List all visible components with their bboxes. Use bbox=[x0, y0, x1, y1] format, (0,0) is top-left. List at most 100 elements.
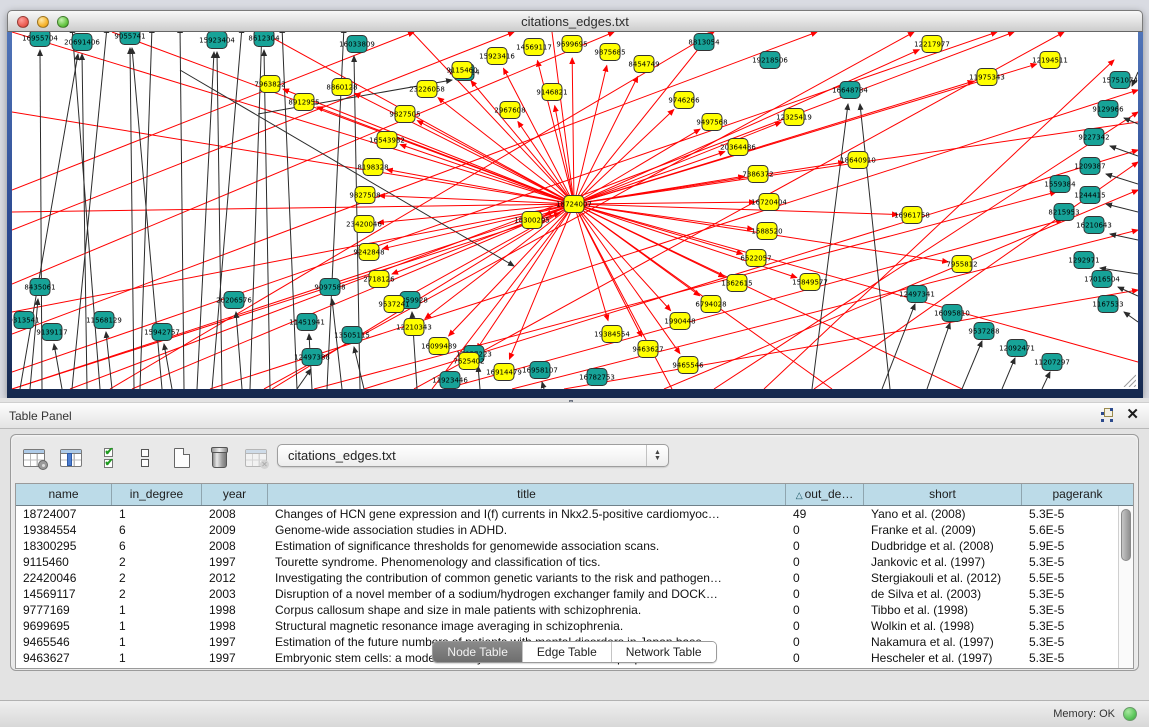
table-cell[interactable]: 5.6E-5 bbox=[1022, 522, 1118, 538]
graph-node[interactable]: 1209387 bbox=[1074, 158, 1105, 175]
table-cell[interactable]: Jankovic et al. (1997) bbox=[864, 554, 1022, 570]
graph-node[interactable]: 16914479 bbox=[486, 364, 522, 381]
column-header-title[interactable]: title bbox=[268, 484, 786, 505]
table-row[interactable]: 1830029562008Estimation of significance … bbox=[16, 538, 1118, 554]
table-cell[interactable]: Tourette syndrome. Phenomenology and cla… bbox=[268, 554, 786, 570]
graph-node[interactable]: 9227342 bbox=[1078, 129, 1109, 146]
table-row[interactable]: 1456911722003Disruption of a novel membe… bbox=[16, 586, 1118, 602]
table-cell[interactable]: 2009 bbox=[202, 522, 268, 538]
graph-node[interactable]: 23226058 bbox=[409, 81, 445, 98]
table-cell[interactable]: Franke et al. (2009) bbox=[864, 522, 1022, 538]
graph-node[interactable]: 14569117 bbox=[516, 39, 552, 56]
graph-node[interactable]: 9827508 bbox=[349, 187, 380, 204]
table-cell[interactable]: 0 bbox=[786, 602, 864, 618]
graph-node[interactable]: 16720404 bbox=[751, 194, 787, 211]
graph-node[interactable]: 13505115 bbox=[334, 327, 370, 344]
row-options-button[interactable] bbox=[132, 445, 158, 471]
graph-node[interactable]: 16958107 bbox=[522, 362, 558, 379]
graph-node[interactable]: 8612304 bbox=[248, 32, 280, 47]
table-cell[interactable]: 1 bbox=[112, 602, 202, 618]
column-checklist-button[interactable] bbox=[95, 445, 121, 471]
table-cell[interactable]: Disruption of a novel member of a sodium… bbox=[268, 586, 786, 602]
graph-node[interactable]: 9746266 bbox=[668, 92, 700, 109]
table-cell[interactable]: Tibbo et al. (1998) bbox=[864, 602, 1022, 618]
graph-node[interactable]: 12194511 bbox=[1032, 52, 1068, 69]
table-row[interactable]: 977716911998Corpus callosum shape and si… bbox=[16, 602, 1118, 618]
network-canvas[interactable]: 1695570420691406905574115923404861230416… bbox=[12, 32, 1138, 389]
table-cell[interactable]: 2 bbox=[112, 570, 202, 586]
table-cell[interactable]: 1 bbox=[112, 506, 202, 522]
table-cell[interactable]: 0 bbox=[786, 522, 864, 538]
graph-node[interactable]: 23420046 bbox=[346, 216, 382, 233]
graph-node[interactable]: 12497388 bbox=[294, 349, 330, 366]
scrollbar-thumb[interactable] bbox=[1121, 509, 1131, 561]
graph-node[interactable]: 9537288 bbox=[968, 323, 999, 340]
column-header-name[interactable]: name bbox=[16, 484, 112, 505]
table-cell[interactable]: Yano et al. (2008) bbox=[864, 506, 1022, 522]
graph-node[interactable]: 15942757 bbox=[144, 324, 180, 341]
table-cell[interactable]: de Silva et al. (2003) bbox=[864, 586, 1022, 602]
column-header-in_degree[interactable]: in_degree bbox=[112, 484, 202, 505]
graph-node[interactable]: 16099489 bbox=[421, 338, 457, 355]
table-cell[interactable]: 2008 bbox=[202, 538, 268, 554]
table-cell[interactable]: Stergiakouli et al. (2012) bbox=[864, 570, 1022, 586]
tab-edge-table[interactable]: Edge Table bbox=[523, 642, 612, 662]
table-cell[interactable]: Structural magnetic resonance image aver… bbox=[268, 618, 786, 634]
column-header-out_de[interactable]: △out_de… bbox=[786, 484, 864, 505]
table-cell[interactable]: Wolkin et al. (1998) bbox=[864, 618, 1022, 634]
table-cell[interactable]: Corpus callosum shape and size in male p… bbox=[268, 602, 786, 618]
table-cell[interactable]: 49 bbox=[786, 506, 864, 522]
graph-node[interactable]: 15751074 bbox=[1102, 72, 1138, 89]
table-cell[interactable]: Investigating the contribution of common… bbox=[268, 570, 786, 586]
table-row[interactable]: 911546021997Tourette syndrome. Phenomeno… bbox=[16, 554, 1118, 570]
table-cell[interactable]: Changes of HCN gene expression and I(f) … bbox=[268, 506, 786, 522]
graph-node[interactable]: 16210643 bbox=[1076, 217, 1112, 234]
table-cell[interactable]: 2 bbox=[112, 586, 202, 602]
table-cell[interactable]: Genome-wide association studies in ADHD. bbox=[268, 522, 786, 538]
graph-node[interactable]: 16543982 bbox=[369, 132, 405, 149]
table-cell[interactable]: 0 bbox=[786, 586, 864, 602]
float-panel-icon[interactable] bbox=[1101, 408, 1114, 421]
graph-node[interactable]: 1588520 bbox=[751, 223, 782, 240]
graph-node[interactable]: 15923416 bbox=[479, 48, 515, 65]
graph-node[interactable]: 8435061 bbox=[24, 279, 55, 296]
graph-node[interactable]: 1559384 bbox=[1044, 176, 1076, 193]
graph-node[interactable]: 2718126 bbox=[363, 271, 395, 288]
window-titlebar[interactable]: citations_edges.txt bbox=[7, 10, 1143, 32]
table-cell[interactable]: 9115460 bbox=[16, 554, 112, 570]
graph-node[interactable]: 15849577 bbox=[792, 274, 828, 291]
column-header-pagerank[interactable]: pagerank bbox=[1022, 484, 1133, 505]
graph-node[interactable]: 11568129 bbox=[86, 312, 122, 329]
graph-node[interactable]: 8454749 bbox=[628, 56, 659, 73]
graph-node[interactable]: 7386372 bbox=[742, 166, 773, 183]
graph-node[interactable]: 9827505 bbox=[389, 106, 420, 123]
memory-indicator-icon[interactable] bbox=[1123, 707, 1137, 721]
show-columns-button[interactable] bbox=[58, 445, 84, 471]
table-row[interactable]: 1872400712008Changes of HCN gene express… bbox=[16, 506, 1118, 522]
graph-node[interactable]: 16648784 bbox=[832, 82, 868, 99]
table-cell[interactable]: 6 bbox=[112, 522, 202, 538]
graph-node[interactable]: 18640910 bbox=[840, 152, 876, 169]
table-cell[interactable]: 2012 bbox=[202, 570, 268, 586]
tab-node-table[interactable]: Node Table bbox=[433, 642, 523, 662]
table-cell[interactable]: 1998 bbox=[202, 618, 268, 634]
table-row[interactable]: 969969511998Structural magnetic resonanc… bbox=[16, 618, 1118, 634]
tab-network-table[interactable]: Network Table bbox=[612, 642, 716, 662]
table-cell[interactable]: Dudbridge et al. (2008) bbox=[864, 538, 1022, 554]
graph-node[interactable]: 1167533 bbox=[1092, 296, 1123, 313]
table-mode-button[interactable] bbox=[21, 445, 47, 471]
network-file-select[interactable]: citations_edges.txt ▲▼ bbox=[277, 444, 669, 467]
graph-node[interactable]: 9146821 bbox=[536, 84, 567, 101]
column-header-year[interactable]: year bbox=[202, 484, 268, 505]
graph-node[interactable]: 9699695 bbox=[556, 36, 587, 53]
graph-node[interactable]: 9465546 bbox=[672, 357, 704, 374]
table-cell[interactable]: 0 bbox=[786, 554, 864, 570]
table-cell[interactable]: 0 bbox=[786, 538, 864, 554]
graph-node[interactable]: 2967608 bbox=[494, 102, 525, 119]
graph-node[interactable]: 17016504 bbox=[1084, 271, 1120, 288]
table-cell[interactable]: 9699695 bbox=[16, 618, 112, 634]
graph-node[interactable]: 8860128 bbox=[326, 79, 357, 96]
table-cell[interactable]: 5.3E-5 bbox=[1022, 618, 1118, 634]
table-cell[interactable]: 1 bbox=[112, 618, 202, 634]
graph-node[interactable]: 9139117 bbox=[36, 324, 67, 341]
